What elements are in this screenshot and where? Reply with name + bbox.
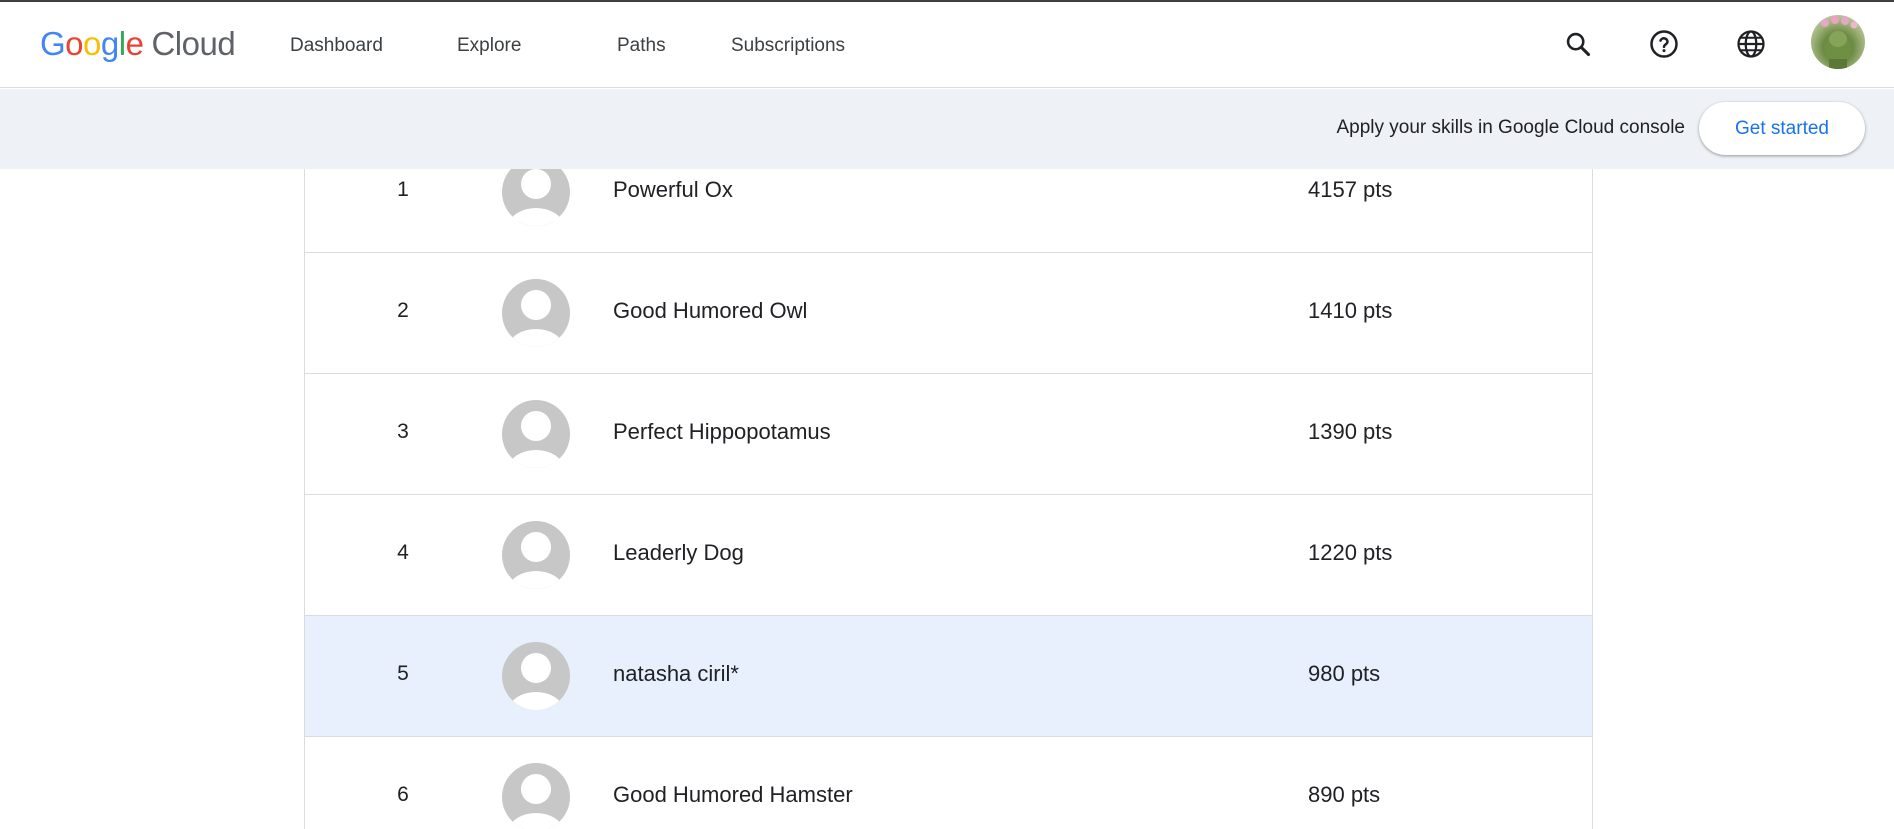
leaderboard-row-current-user: 5 natasha ciril* 980 pts bbox=[305, 616, 1592, 737]
player-avatar bbox=[502, 763, 570, 829]
player-name: natasha ciril* bbox=[613, 661, 739, 686]
nav-dashboard[interactable]: Dashboard bbox=[290, 35, 383, 57]
player-avatar bbox=[502, 279, 570, 347]
top-app-bar: Google Cloud Dashboard Explore Paths Subs… bbox=[0, 2, 1894, 88]
rank-number: 6 bbox=[397, 783, 409, 806]
person-silhouette-icon bbox=[509, 774, 563, 829]
player-points: 980 pts bbox=[1308, 661, 1381, 686]
player-avatar bbox=[502, 642, 570, 710]
player-avatar bbox=[502, 400, 570, 468]
player-name: Leaderly Dog bbox=[613, 540, 744, 565]
console-promo-banner: Apply your skills in Google Cloud consol… bbox=[0, 89, 1894, 169]
nav-paths[interactable]: Paths bbox=[617, 35, 666, 57]
player-avatar bbox=[502, 521, 570, 589]
player-name: Good Humored Hamster bbox=[613, 782, 853, 807]
person-silhouette-icon bbox=[509, 653, 563, 710]
person-silhouette-icon bbox=[509, 532, 563, 589]
person-silhouette-icon bbox=[509, 411, 563, 468]
user-avatar[interactable] bbox=[1811, 15, 1865, 69]
google-cloud-logo[interactable]: Google Cloud bbox=[40, 25, 236, 63]
person-silhouette-icon bbox=[509, 290, 563, 347]
rank-number: 1 bbox=[397, 178, 409, 201]
leaderboard: 1 Powerful Ox 4157 pts 2 Good Humored Ow… bbox=[304, 169, 1593, 829]
leaderboard-row: 3 Perfect Hippopotamus 1390 pts bbox=[305, 374, 1592, 495]
leaderboard-row: 6 Good Humored Hamster 890 pts bbox=[305, 737, 1592, 829]
avatar-image bbox=[1821, 16, 1858, 69]
player-name: Perfect Hippopotamus bbox=[613, 419, 831, 444]
player-avatar bbox=[502, 169, 570, 226]
player-points: 1220 pts bbox=[1308, 540, 1393, 565]
language-globe-icon bbox=[1737, 30, 1765, 58]
person-silhouette-icon bbox=[509, 169, 563, 226]
player-name: Powerful Ox bbox=[613, 177, 733, 202]
banner-text: Apply your skills in Google Cloud consol… bbox=[1336, 117, 1685, 138]
player-name: Good Humored Owl bbox=[613, 298, 808, 323]
search-button[interactable] bbox=[1558, 24, 1598, 64]
nav-subscriptions[interactable]: Subscriptions bbox=[731, 35, 845, 57]
player-points: 890 pts bbox=[1308, 782, 1381, 807]
player-points: 1410 pts bbox=[1308, 298, 1393, 323]
leaderboard-row: 1 Powerful Ox 4157 pts bbox=[305, 169, 1592, 253]
help-icon bbox=[1650, 30, 1678, 58]
nav-explore[interactable]: Explore bbox=[457, 35, 521, 57]
language-button[interactable] bbox=[1731, 24, 1771, 64]
rank-number: 4 bbox=[397, 541, 409, 564]
search-icon bbox=[1566, 32, 1591, 57]
rank-number: 5 bbox=[397, 662, 409, 685]
player-points: 1390 pts bbox=[1308, 419, 1393, 444]
rank-number: 2 bbox=[397, 299, 409, 322]
rank-number: 3 bbox=[397, 420, 409, 443]
leaderboard-row: 4 Leaderly Dog 1220 pts bbox=[305, 495, 1592, 616]
help-button[interactable] bbox=[1644, 24, 1684, 64]
leaderboard-row: 2 Good Humored Owl 1410 pts bbox=[305, 253, 1592, 374]
get-started-button[interactable]: Get started bbox=[1699, 102, 1865, 155]
player-points: 4157 pts bbox=[1308, 177, 1393, 202]
